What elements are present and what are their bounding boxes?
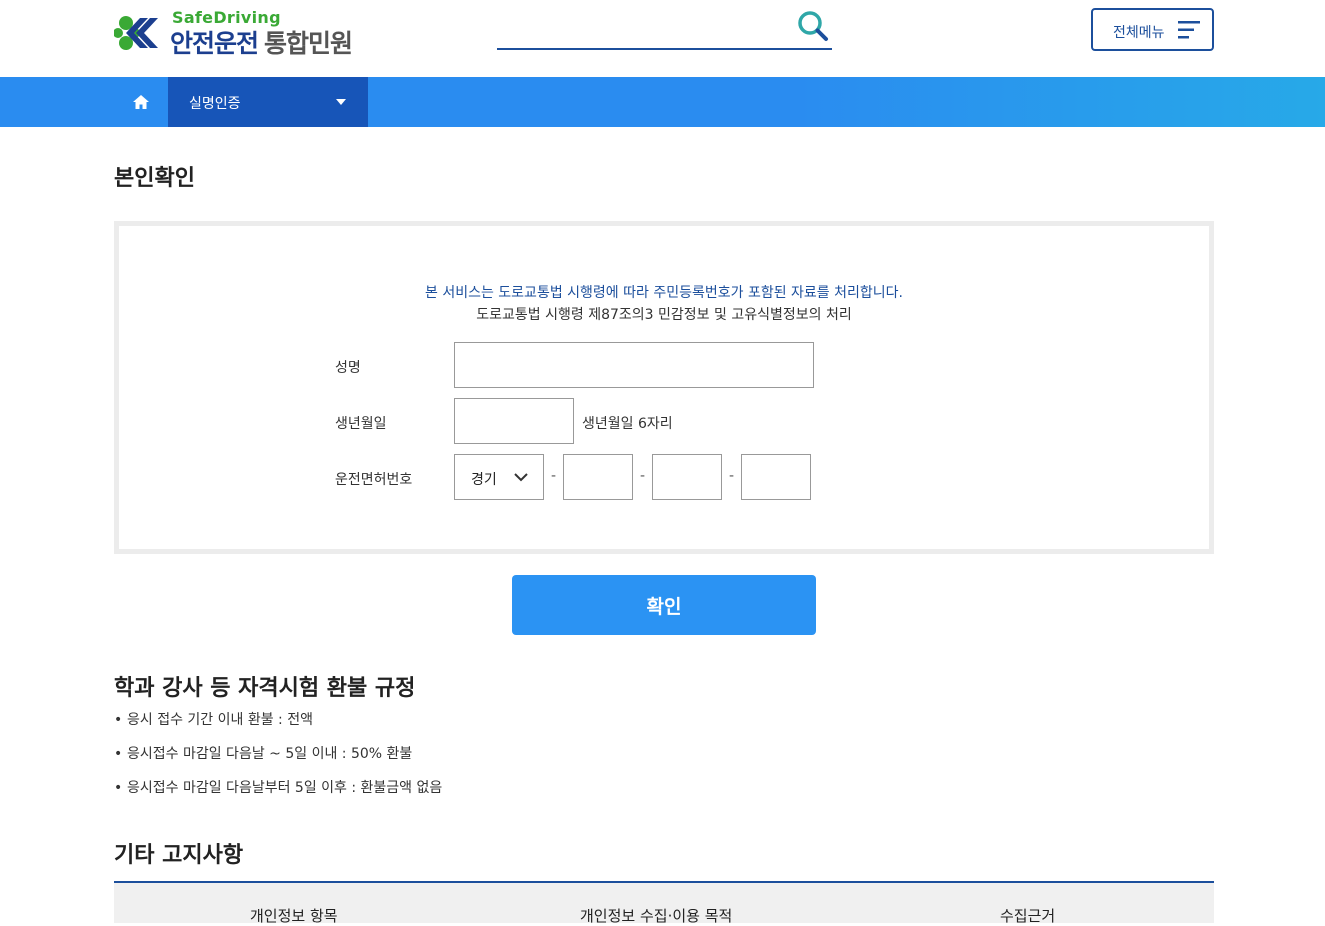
page-title: 본인확인	[114, 166, 195, 191]
license-region-value: 경기	[471, 472, 497, 488]
search-bar	[497, 10, 832, 50]
identity-form-box: 본 서비스는 도로교통법 시행령에 따라 주민등록번호가 포함된 자료를 처리합…	[114, 221, 1214, 554]
license-region-select[interactable]: 경기	[454, 454, 544, 500]
notice-article: 도로교통법 시행령 제87조의3 민감정보 및 고유식별정보의 처리	[476, 307, 852, 323]
nav-dropdown-label: 실명인증	[189, 96, 241, 112]
notice-table-header: 개인정보 항목 개인정보 수집·이용 목적 수집근거	[114, 881, 1214, 925]
site-header: SafeDriving 안전운전 통합민원 전체메뉴	[0, 0, 1325, 77]
all-menu-label: 전체메뉴	[1113, 25, 1165, 41]
name-input[interactable]	[454, 342, 814, 388]
logo-main-text: 안전운전	[170, 29, 259, 58]
refund-list: 응시 접수 기간 이내 환불 : 전액 응시접수 마감일 다음날 ~ 5일 이내…	[114, 710, 442, 812]
list-item: 응시 접수 기간 이내 환불 : 전액	[114, 710, 442, 744]
search-input[interactable]	[497, 16, 787, 46]
birth-label: 생년월일	[335, 416, 387, 432]
license-label: 운전면허번호	[335, 472, 413, 488]
location-nav-bar: 실명인증	[0, 77, 1325, 127]
chevron-down-icon	[514, 473, 528, 482]
license-dash-3: -	[729, 468, 735, 484]
license-part2-input[interactable]	[563, 454, 633, 500]
license-part4-input[interactable]	[741, 454, 811, 500]
list-item: 응시접수 마감일 다음날 ~ 5일 이내 : 50% 환불	[114, 744, 442, 778]
license-dash-1: -	[551, 468, 557, 484]
list-item: 응시접수 마감일 다음날부터 5일 이후 : 환불금액 없음	[114, 778, 442, 812]
name-label: 성명	[335, 360, 361, 376]
license-dash-2: -	[640, 468, 646, 484]
logo-korean-text: 안전운전 통합민원	[170, 24, 353, 60]
logo-sub-text: 통합민원	[264, 29, 353, 58]
license-part3-input[interactable]	[652, 454, 722, 500]
site-logo[interactable]: SafeDriving 안전운전 통합민원	[114, 8, 404, 58]
all-menu-button[interactable]: 전체메뉴	[1091, 8, 1214, 51]
other-notices-title: 기타 고지사항	[114, 843, 244, 868]
birth-hint: 생년월일 6자리	[582, 416, 673, 432]
confirm-button[interactable]: 확인	[512, 575, 816, 635]
caret-down-icon	[336, 99, 346, 105]
search-button[interactable]	[796, 10, 830, 44]
search-icon	[798, 11, 828, 41]
logo-mark-icon	[114, 16, 158, 50]
home-icon	[133, 95, 149, 109]
hamburger-icon	[1178, 21, 1200, 39]
nav-dropdown-realname-auth[interactable]: 실명인증	[168, 77, 368, 127]
birth-input[interactable]	[454, 398, 574, 444]
notice-legal-basis: 본 서비스는 도로교통법 시행령에 따라 주민등록번호가 포함된 자료를 처리합…	[425, 285, 903, 301]
home-button[interactable]	[114, 77, 168, 127]
refund-section-title: 학과 강사 등 자격시험 환불 규정	[114, 676, 416, 701]
